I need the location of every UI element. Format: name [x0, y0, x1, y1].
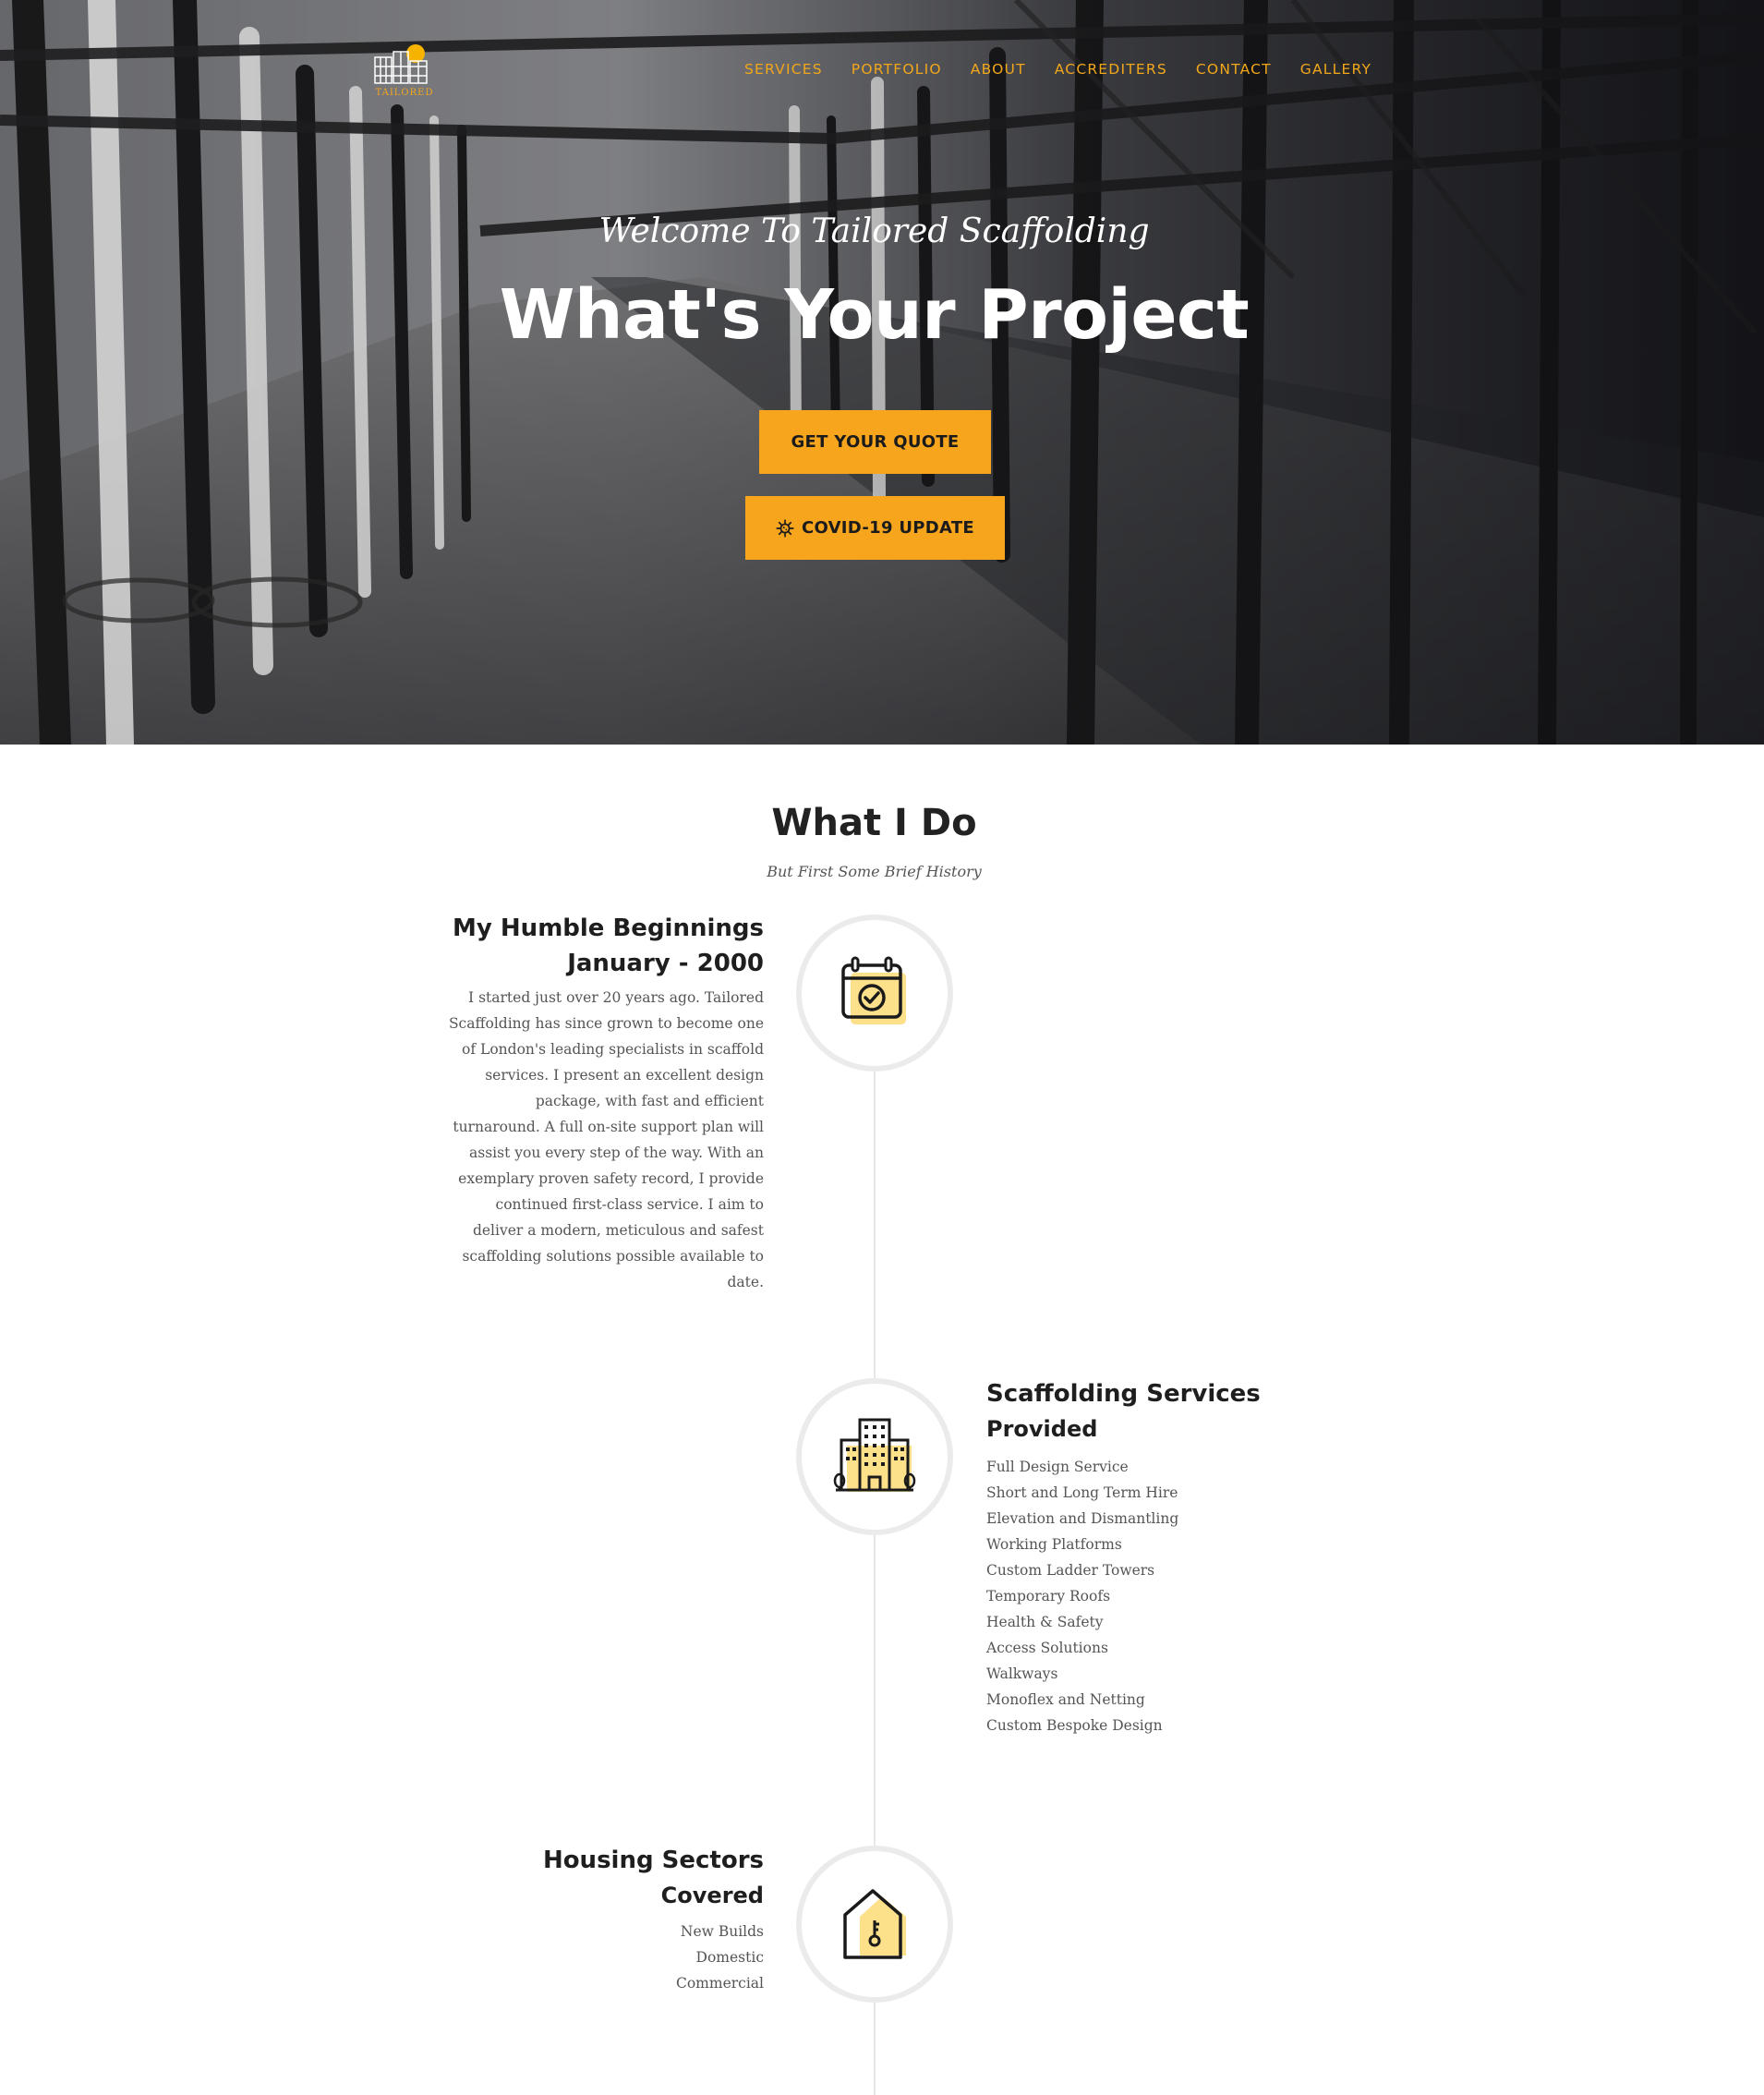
service-item: Monoflex and Netting	[986, 1691, 1145, 1708]
service-item: Working Platforms	[986, 1536, 1122, 1553]
virus-icon	[776, 518, 794, 538]
service-item: Temporary Roofs	[986, 1588, 1111, 1605]
housing-title-line2: Covered	[660, 1883, 764, 1908]
site-logo[interactable]: TAILORED	[368, 39, 441, 103]
covid-update-label: COVID-19 UPDATE	[801, 518, 975, 538]
housing-title: Housing Sectors	[542, 1847, 764, 1874]
hero-section: TAILORED SERVICES PORTFOLIO ABOUT ACCRED…	[0, 0, 1764, 745]
beginnings-date: January - 2000	[567, 950, 764, 977]
housing-item: New Builds	[680, 1923, 764, 1940]
timeline-circle-beginnings	[796, 914, 953, 1072]
section-subtitle: But First Some Brief History	[767, 863, 982, 880]
services-list: Full Design Service Short and Long Term …	[986, 1454, 1300, 1738]
timeline-block-housing: Housing Sectors Covered New Builds Domes…	[487, 1843, 764, 1996]
logo-graphic: TAILORED	[374, 44, 434, 98]
service-item: Access Solutions	[986, 1640, 1108, 1656]
service-item: Custom Bespoke Design	[986, 1717, 1163, 1734]
service-item: Walkways	[986, 1665, 1058, 1682]
main-nav: SERVICES PORTFOLIO ABOUT ACCREDITERS CON…	[744, 61, 1400, 78]
timeline-circle-housing	[796, 1846, 953, 2003]
beginnings-title: My Humble Beginnings	[453, 914, 764, 942]
nav-item-services[interactable]: SERVICES	[744, 61, 823, 78]
covid-update-button[interactable]: COVID-19 UPDATE	[745, 496, 1005, 560]
nav-item-accrediters[interactable]: ACCREDITERS	[1055, 61, 1167, 78]
nav-item-about[interactable]: ABOUT	[971, 61, 1026, 78]
housing-list: New Builds Domestic Commercial	[487, 1919, 764, 1996]
nav-item-gallery[interactable]: GALLERY	[1300, 61, 1371, 78]
get-quote-label: GET YOUR QUOTE	[791, 432, 960, 452]
services-title: Scaffolding Services	[986, 1380, 1261, 1408]
hero-title: What's Your Project	[499, 275, 1250, 355]
section-title: What I Do	[771, 802, 977, 844]
timeline-block-services: Scaffolding Services Provided Full Desig…	[986, 1376, 1300, 1738]
nav-item-contact[interactable]: CONTACT	[1196, 61, 1272, 78]
get-quote-button[interactable]: GET YOUR QUOTE	[759, 410, 991, 474]
hero-overlay	[0, 0, 1764, 745]
service-item: Health & Safety	[986, 1614, 1104, 1630]
nav-item-portfolio[interactable]: PORTFOLIO	[852, 61, 942, 78]
timeline-circle-services	[796, 1378, 953, 1535]
calendar-check-icon	[841, 956, 906, 1024]
services-title-line2: Provided	[986, 1416, 1098, 1442]
hero-subtitle: Welcome To Tailored Scaffolding	[598, 212, 1150, 250]
service-item: Elevation and Dismantling	[986, 1510, 1179, 1527]
service-item: Short and Long Term Hire	[986, 1484, 1178, 1501]
beginnings-text: I started just over 20 years ago. Tailor…	[448, 989, 764, 1290]
housing-item: Domestic	[695, 1949, 764, 1966]
service-item: Full Design Service	[986, 1459, 1129, 1475]
house-key-icon	[843, 1889, 906, 1959]
timeline-block-beginnings: My Humble Beginnings January - 2000 I st…	[445, 911, 764, 1295]
logo-text: TAILORED	[376, 88, 434, 98]
service-item: Custom Ladder Towers	[986, 1562, 1155, 1579]
building-icon	[833, 1418, 916, 1492]
housing-item: Commercial	[675, 1975, 764, 1992]
